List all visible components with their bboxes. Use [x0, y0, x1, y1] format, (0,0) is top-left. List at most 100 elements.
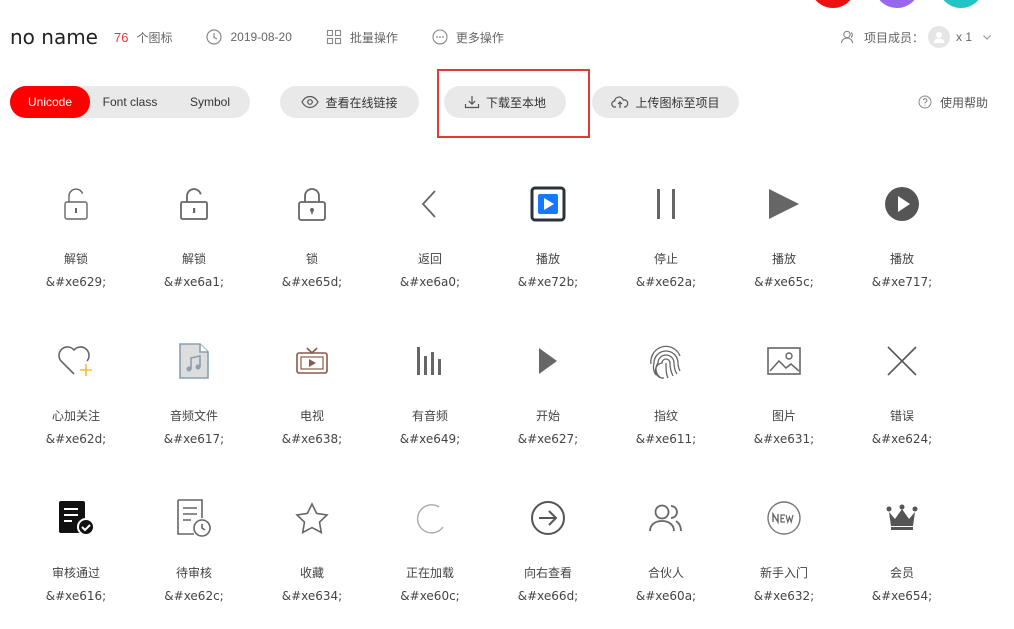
- project-date: 2019-08-20: [230, 30, 292, 44]
- icon-name: 向右查看: [523, 566, 572, 580]
- icon-code: &#xe624;: [871, 432, 933, 446]
- icon-card[interactable]: 解锁 &#xe6a1;: [135, 180, 253, 310]
- upload-to-project-button[interactable]: 上传图标至项目: [592, 86, 739, 118]
- icon-code: &#xe62d;: [45, 432, 107, 446]
- icon-name: 图片: [771, 409, 796, 423]
- view-online-link-label: 查看在线链接: [325, 95, 398, 110]
- icon-card[interactable]: 错误 &#xe624;: [843, 337, 961, 467]
- icon-card[interactable]: 审核通过 &#xe616;: [17, 494, 135, 624]
- icon-card[interactable]: 播放 &#xe65c;: [725, 180, 843, 310]
- icon-card[interactable]: 收藏 &#xe634;: [253, 494, 371, 624]
- play-small-icon: [489, 337, 607, 385]
- batch-operation-button[interactable]: 批量操作: [326, 29, 398, 46]
- chevron-down-icon[interactable]: [982, 32, 992, 42]
- help-label: 使用帮助: [939, 95, 988, 110]
- icon-name: 错误: [889, 409, 914, 423]
- download-local-button[interactable]: 下载至本地: [444, 86, 566, 118]
- purple-circle-button[interactable]: [874, 0, 920, 8]
- partners-icon: [607, 494, 725, 542]
- help-link[interactable]: 使用帮助: [918, 86, 988, 118]
- icon-card[interactable]: 图片 &#xe631;: [725, 337, 843, 467]
- icon-card[interactable]: 合伙人 &#xe60a;: [607, 494, 725, 624]
- icon-card[interactable]: 播放 &#xe72b;: [489, 180, 607, 310]
- icon-code: &#xe62c;: [164, 589, 224, 603]
- icon-name: 正在加载: [405, 566, 454, 580]
- new-badge-icon: [725, 494, 843, 542]
- tab-symbol[interactable]: Symbol: [170, 86, 250, 118]
- heart-plus-icon: [17, 337, 135, 385]
- view-online-link-button[interactable]: 查看在线链接: [280, 86, 419, 118]
- icon-card[interactable]: 停止 &#xe62a;: [607, 180, 725, 310]
- icon-code: &#xe6a1;: [163, 275, 225, 289]
- icon-name: 审核通过: [51, 566, 100, 580]
- icon-card[interactable]: 返回 &#xe6a0;: [371, 180, 489, 310]
- format-tabs: Unicode Font class Symbol: [10, 86, 250, 118]
- icon-card[interactable]: 有音频 &#xe649;: [371, 337, 489, 467]
- icon-card[interactable]: 待审核 &#xe62c;: [135, 494, 253, 624]
- audio-file-icon: [135, 337, 253, 385]
- icon-name: 播放: [889, 252, 914, 266]
- icon-card[interactable]: 电视 &#xe638;: [253, 337, 371, 467]
- play-box-icon: [489, 180, 607, 228]
- tab-unicode[interactable]: Unicode: [10, 86, 90, 118]
- icon-card[interactable]: 锁 &#xe65d;: [253, 180, 371, 310]
- icon-name: 音频文件: [169, 409, 218, 423]
- more-operation-button[interactable]: 更多操作: [432, 29, 504, 46]
- icon-name: 开始: [535, 409, 560, 423]
- icon-name: 有音频: [411, 409, 448, 423]
- project-members[interactable]: 项目成员： x 1: [840, 22, 992, 52]
- icon-code: &#xe62a;: [635, 275, 697, 289]
- icon-card[interactable]: 播放 &#xe717;: [843, 180, 961, 310]
- toolbar: Unicode Font class Symbol 查看在线链接 下载至本地 上…: [10, 69, 1000, 138]
- icon-code: &#xe638;: [281, 432, 343, 446]
- lock-icon: [253, 180, 371, 228]
- doc-check-icon: [17, 494, 135, 542]
- icon-name: 待审核: [175, 566, 212, 580]
- icon-card[interactable]: 向右查看 &#xe66d;: [489, 494, 607, 624]
- avatar[interactable]: [927, 26, 950, 48]
- icon-card[interactable]: 开始 &#xe627;: [489, 337, 607, 467]
- icon-name: 解锁: [63, 252, 88, 266]
- icon-code: &#xe629;: [45, 275, 107, 289]
- icon-name: 新手入门: [759, 566, 808, 580]
- user-icon: [933, 32, 945, 43]
- eye-icon: [301, 95, 320, 109]
- icon-card[interactable]: 会员 &#xe654;: [843, 494, 961, 624]
- icon-name: 指纹: [653, 409, 678, 423]
- icon-code: &#xe60c;: [400, 589, 460, 603]
- red-circle-button[interactable]: [810, 0, 856, 8]
- star-icon: [253, 494, 371, 542]
- icon-card[interactable]: 音频文件 &#xe617;: [135, 337, 253, 467]
- icon-code: &#xe66d;: [517, 589, 579, 603]
- icon-card[interactable]: 解锁 &#xe629;: [17, 180, 135, 310]
- project-title: no name: [10, 25, 98, 49]
- icon-code: &#xe617;: [163, 432, 225, 446]
- icon-name: 合伙人: [647, 566, 684, 580]
- icon-card[interactable]: 新手入门 &#xe632;: [725, 494, 843, 624]
- icon-code: &#xe631;: [753, 432, 815, 446]
- batch-operation-label: 批量操作: [349, 30, 398, 45]
- icon-name: 播放: [535, 252, 560, 266]
- teal-circle-button[interactable]: [938, 0, 984, 8]
- clock-icon: [206, 29, 223, 45]
- icon-code: &#xe65d;: [281, 275, 343, 289]
- icon-card[interactable]: 心加关注 &#xe62d;: [17, 337, 135, 467]
- download-icon: [464, 96, 480, 109]
- more-dots-icon: [432, 29, 448, 45]
- project-header: no name 76 个图标 2019-08-20 批量操作 更多操作 项目成员…: [10, 22, 1000, 52]
- icon-code: &#xe65c;: [754, 275, 814, 289]
- doc-clock-icon: [135, 494, 253, 542]
- unlock-thin-icon: [17, 180, 135, 228]
- tab-font-class[interactable]: Font class: [90, 86, 170, 118]
- icon-card[interactable]: 正在加载 &#xe60c;: [371, 494, 489, 624]
- upload-to-project-label: 上传图标至项目: [635, 95, 720, 110]
- tv-icon: [253, 337, 371, 385]
- icon-card[interactable]: 指纹 &#xe611;: [607, 337, 725, 467]
- icon-name: 收藏: [299, 566, 324, 580]
- grid-icon: [326, 29, 341, 45]
- icon-count: 76: [114, 29, 129, 45]
- icon-name: 解锁: [181, 252, 206, 266]
- question-icon: [918, 95, 932, 109]
- cloud-upload-icon: [611, 96, 629, 108]
- image-icon: [725, 337, 843, 385]
